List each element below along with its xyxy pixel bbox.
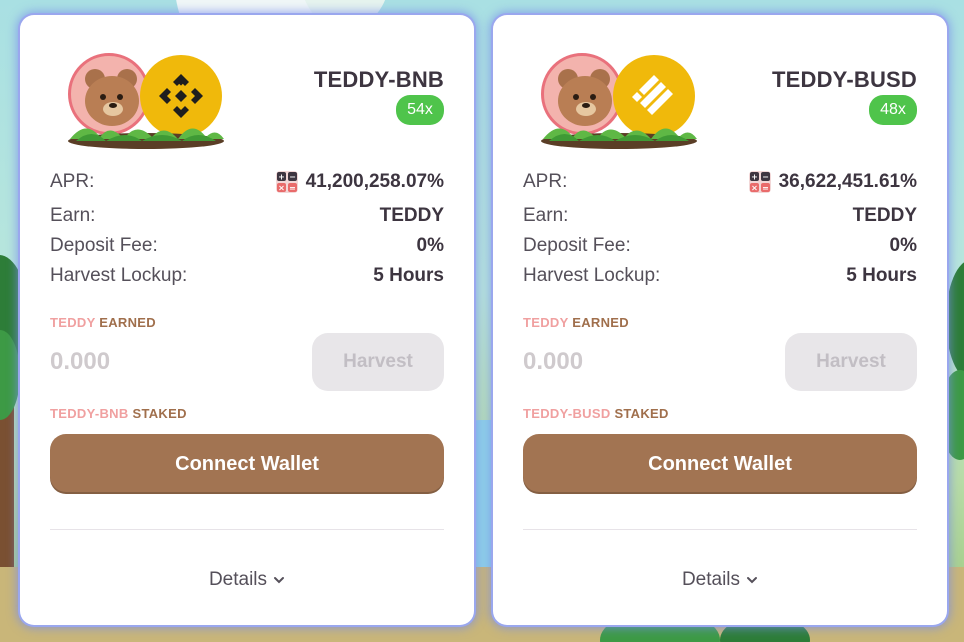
svg-text:×: × — [751, 184, 758, 193]
staked-token: TEDDY-BUSD — [523, 406, 611, 421]
earn-value: TEDDY — [379, 205, 444, 226]
earned-amount: 0.000 — [523, 348, 584, 375]
earn-label: Earn: — [523, 205, 569, 226]
staked-label: TEDDY-BUSD STAKED — [523, 406, 669, 421]
earned-suffix: EARNED — [99, 315, 156, 330]
harvest-lockup-label: Harvest Lockup: — [50, 265, 188, 286]
earn-row: Earn: TEDDY — [50, 204, 444, 228]
apr-row: APR: + − × = 41,200,258.07% — [50, 170, 444, 194]
multiplier-badge: 54x — [396, 95, 444, 125]
divider — [50, 529, 444, 530]
apr-label: APR: — [50, 171, 95, 192]
pair-logo — [68, 53, 224, 161]
farm-card-teddy-busd: TEDDY-BUSD 48x APR: + − × = 36,622,451.6… — [493, 15, 947, 625]
details-toggle[interactable]: Details — [20, 569, 474, 591]
svg-text:×: × — [278, 184, 285, 193]
harvest-button[interactable]: Harvest — [785, 333, 917, 391]
apr-label: APR: — [523, 171, 568, 192]
divider — [523, 529, 917, 530]
staked-label: TEDDY-BNB STAKED — [50, 406, 187, 421]
svg-text:+: + — [751, 173, 758, 182]
staked-suffix: STAKED — [132, 406, 187, 421]
chevron-down-icon — [274, 577, 285, 584]
deposit-fee-label: Deposit Fee: — [50, 235, 158, 256]
apr-value-group: + − × = 41,200,258.07% — [275, 171, 444, 193]
harvest-lockup-value: 5 Hours — [373, 265, 444, 286]
harvest-lockup-row: Harvest Lockup: 5 Hours — [50, 264, 444, 288]
deposit-fee-value: 0% — [416, 235, 444, 256]
details-label: Details — [681, 569, 741, 590]
multiplier-badge: 48x — [869, 95, 917, 125]
deposit-fee-row: Deposit Fee: 0% — [50, 234, 444, 258]
deposit-fee-value: 0% — [889, 235, 917, 256]
calculator-icon[interactable]: + − × = — [748, 171, 771, 193]
harvest-lockup-label: Harvest Lockup: — [523, 265, 661, 286]
staked-suffix: STAKED — [614, 406, 669, 421]
grass-decoration — [68, 128, 224, 149]
earn-label: Earn: — [50, 205, 96, 226]
apr-row: APR: + − × = 36,622,451.61% — [523, 170, 917, 194]
apr-value: 36,622,451.61% — [778, 171, 917, 192]
svg-text:−: − — [289, 173, 296, 182]
svg-text:=: = — [289, 184, 296, 193]
farm-card-teddy-bnb: TEDDY-BNB 54x APR: + − × = 41,200,258.07… — [20, 15, 474, 625]
harvest-lockup-value: 5 Hours — [846, 265, 917, 286]
svg-text:=: = — [762, 184, 769, 193]
earned-suffix: EARNED — [572, 315, 629, 330]
svg-text:+: + — [278, 173, 285, 182]
pair-logo — [541, 53, 697, 161]
details-toggle[interactable]: Details — [493, 569, 947, 591]
pair-name: TEDDY-BNB — [313, 67, 444, 92]
svg-text:−: − — [762, 173, 769, 182]
apr-value-group: + − × = 36,622,451.61% — [748, 171, 917, 193]
staked-token: TEDDY-BNB — [50, 406, 129, 421]
earned-label: TEDDY EARNED — [50, 315, 156, 330]
connect-wallet-button[interactable]: Connect Wallet — [523, 434, 917, 494]
deposit-fee-row: Deposit Fee: 0% — [523, 234, 917, 258]
apr-value: 41,200,258.07% — [305, 171, 444, 192]
details-label: Details — [208, 569, 268, 590]
earned-label: TEDDY EARNED — [523, 315, 629, 330]
earned-token: TEDDY — [50, 315, 96, 330]
deposit-fee-label: Deposit Fee: — [523, 235, 631, 256]
earn-value: TEDDY — [852, 205, 917, 226]
earn-row: Earn: TEDDY — [523, 204, 917, 228]
earned-amount: 0.000 — [50, 348, 111, 375]
calculator-icon[interactable]: + − × = — [275, 171, 298, 193]
harvest-button[interactable]: Harvest — [312, 333, 444, 391]
earned-token: TEDDY — [523, 315, 569, 330]
connect-wallet-button[interactable]: Connect Wallet — [50, 434, 444, 494]
chevron-down-icon — [747, 577, 758, 584]
pair-name: TEDDY-BUSD — [771, 67, 917, 92]
background-tree-trunk — [0, 390, 14, 590]
harvest-lockup-row: Harvest Lockup: 5 Hours — [523, 264, 917, 288]
grass-decoration — [541, 128, 697, 149]
background-tree — [946, 260, 964, 380]
